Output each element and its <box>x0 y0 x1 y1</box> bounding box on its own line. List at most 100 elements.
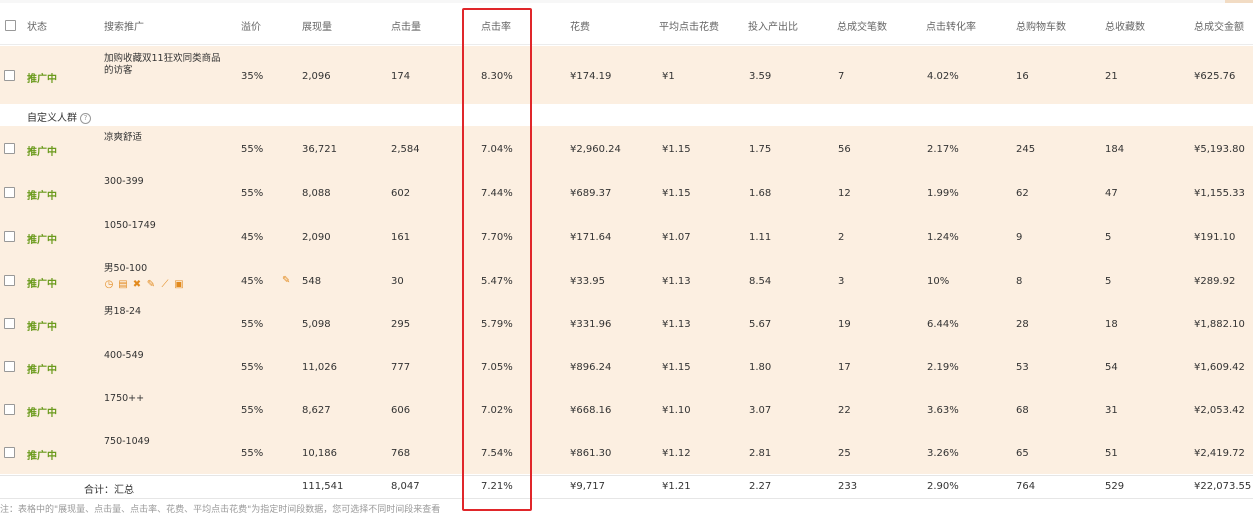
cvr-value: 1.99% <box>927 188 959 199</box>
keyword-text: 1050-1749 <box>104 220 156 231</box>
total-orders-value: 12 <box>838 188 851 199</box>
premium-value: 55% <box>241 144 264 155</box>
row-checkbox[interactable] <box>4 143 15 154</box>
cost-value: ¥174.19 <box>570 71 612 82</box>
col-avg-cpc[interactable]: 平均点击花费 <box>659 18 719 33</box>
impressions-value: 2,090 <box>302 232 331 243</box>
clicks-value: 295 <box>391 319 411 330</box>
row-checkbox[interactable] <box>4 361 15 372</box>
total-orders-value: 25 <box>838 448 851 459</box>
avg-cpc-value: ¥1.10 <box>662 405 691 416</box>
avg-cpc-value: ¥1.12 <box>662 448 691 459</box>
row-checkbox[interactable] <box>4 187 15 198</box>
row-checkbox[interactable] <box>4 447 15 458</box>
table-row: 推广中 1050-1749 45% 2,090 161 7.70% ¥171.6… <box>0 214 1253 258</box>
group-label: 自定义人群? <box>27 109 91 124</box>
edit-premium-icon[interactable]: ✎ <box>282 275 290 286</box>
avg-cpc-value: ¥1.15 <box>662 362 691 373</box>
table-footer-totals: 合计：汇总 111,541 8,047 7.21% ¥9,717 ¥1.21 2… <box>0 475 1253 499</box>
row-checkbox[interactable] <box>4 231 15 242</box>
roi-value: 1.80 <box>749 362 772 373</box>
premium-value: 35% <box>241 71 264 82</box>
report-icon[interactable]: ▣ <box>174 280 184 290</box>
keyword-text: 凉爽舒适 <box>104 132 143 143</box>
total-gmv-value: ¥2,419.72 <box>1194 448 1245 459</box>
col-cvr[interactable]: 点击转化率 <box>926 18 976 33</box>
roi-value: 8.54 <box>749 276 772 287</box>
clock-icon[interactable]: ◷ <box>104 280 114 290</box>
cvr-value: 4.02% <box>927 71 959 82</box>
pencil-icon[interactable]: ✎ <box>146 280 156 290</box>
premium-value: 55% <box>241 362 264 373</box>
clicks-value: 777 <box>391 362 411 373</box>
top-accent <box>1225 0 1253 3</box>
keyword-text: 加购收藏双11狂欢同类商品的访客 <box>104 53 221 76</box>
col-cart[interactable]: 总购物车数 <box>1016 18 1066 33</box>
total-orders-value: 2 <box>838 232 845 243</box>
clicks-value: 161 <box>391 232 411 243</box>
total-cvr: 2.90% <box>927 481 959 492</box>
total-impressions: 111,541 <box>302 481 344 492</box>
total-orders-value: 56 <box>838 144 851 155</box>
total-cart: 764 <box>1016 481 1036 492</box>
premium-value: 45% <box>241 232 264 243</box>
total-gmv-value: ¥5,193.80 <box>1194 144 1245 155</box>
table-row: 推广中 750-1049 55% 10,186 768 7.54% ¥861.3… <box>0 430 1253 474</box>
status-label: 推广中 <box>27 322 57 333</box>
total-gmv-value: ¥1,155.33 <box>1194 188 1245 199</box>
clipboard-icon[interactable]: ▤ <box>118 280 128 290</box>
col-keyword[interactable]: 搜索推广 <box>104 18 144 33</box>
row-checkbox[interactable] <box>4 275 15 286</box>
cost-value: ¥689.37 <box>570 188 612 199</box>
total-gmv: ¥22,073.55 <box>1194 481 1252 492</box>
total-avg-cpc: ¥1.21 <box>662 481 691 492</box>
help-icon[interactable]: ? <box>80 112 91 124</box>
ctr-column-highlight <box>462 8 532 511</box>
col-cost[interactable]: 花费 <box>570 18 590 33</box>
clicks-value: 2,584 <box>391 144 420 155</box>
total-gmv-value: ¥289.92 <box>1194 276 1236 287</box>
col-fav[interactable]: 总收藏数 <box>1105 18 1145 33</box>
select-all-checkbox[interactable] <box>5 20 16 31</box>
table-row: 推广中 凉爽舒适 55% 36,721 2,584 7.04% ¥2,960.2… <box>0 126 1253 170</box>
total-orders-value: 17 <box>838 362 851 373</box>
total-clicks: 8,047 <box>391 481 420 492</box>
roi-value: 1.11 <box>749 232 772 243</box>
total-orders: 233 <box>838 481 858 492</box>
cost-value: ¥33.95 <box>570 276 605 287</box>
total-orders-value: 7 <box>838 71 845 82</box>
keyword-text: 300-399 <box>104 176 144 187</box>
col-total-gmv[interactable]: 总成交金额 <box>1194 18 1244 33</box>
total-roi: 2.27 <box>749 481 772 492</box>
col-clicks[interactable]: 点击量 <box>391 18 421 33</box>
avg-cpc-value: ¥1.07 <box>662 232 691 243</box>
roi-value: 3.07 <box>749 405 772 416</box>
premium-value: 45% <box>241 276 264 287</box>
row-action-icons: ◷ ▤ ✖ ✎ ⟋ ▣ <box>104 280 184 290</box>
cost-value: ¥331.96 <box>570 319 612 330</box>
chart-icon[interactable]: ⟋ <box>160 280 170 290</box>
col-status[interactable]: 状态 <box>27 18 47 33</box>
avg-cpc-value: ¥1.15 <box>662 188 691 199</box>
col-premium[interactable]: 溢价 <box>241 18 261 33</box>
roi-value: 2.81 <box>749 448 772 459</box>
row-checkbox[interactable] <box>4 318 15 329</box>
row-checkbox[interactable] <box>4 70 15 81</box>
keyword-text: 750-1049 <box>104 436 150 447</box>
row-checkbox[interactable] <box>4 404 15 415</box>
table-row: 推广中 300-399 55% 8,088 602 7.44% ¥689.37 … <box>0 170 1253 214</box>
cost-value: ¥861.30 <box>570 448 612 459</box>
total-gmv-value: ¥191.10 <box>1194 232 1236 243</box>
col-impressions[interactable]: 展现量 <box>302 18 332 33</box>
impressions-value: 36,721 <box>302 144 337 155</box>
trash-icon[interactable]: ✖ <box>132 280 142 290</box>
col-total-orders[interactable]: 总成交笔数 <box>837 18 887 33</box>
avg-cpc-value: ¥1 <box>662 71 675 82</box>
impressions-value: 2,096 <box>302 71 331 82</box>
total-orders-value: 3 <box>838 276 845 287</box>
cart-value: 245 <box>1016 144 1036 155</box>
status-label: 推广中 <box>27 191 57 202</box>
status-label: 推广中 <box>27 74 57 85</box>
col-roi[interactable]: 投入产出比 <box>748 18 798 33</box>
premium-value: 55% <box>241 319 264 330</box>
